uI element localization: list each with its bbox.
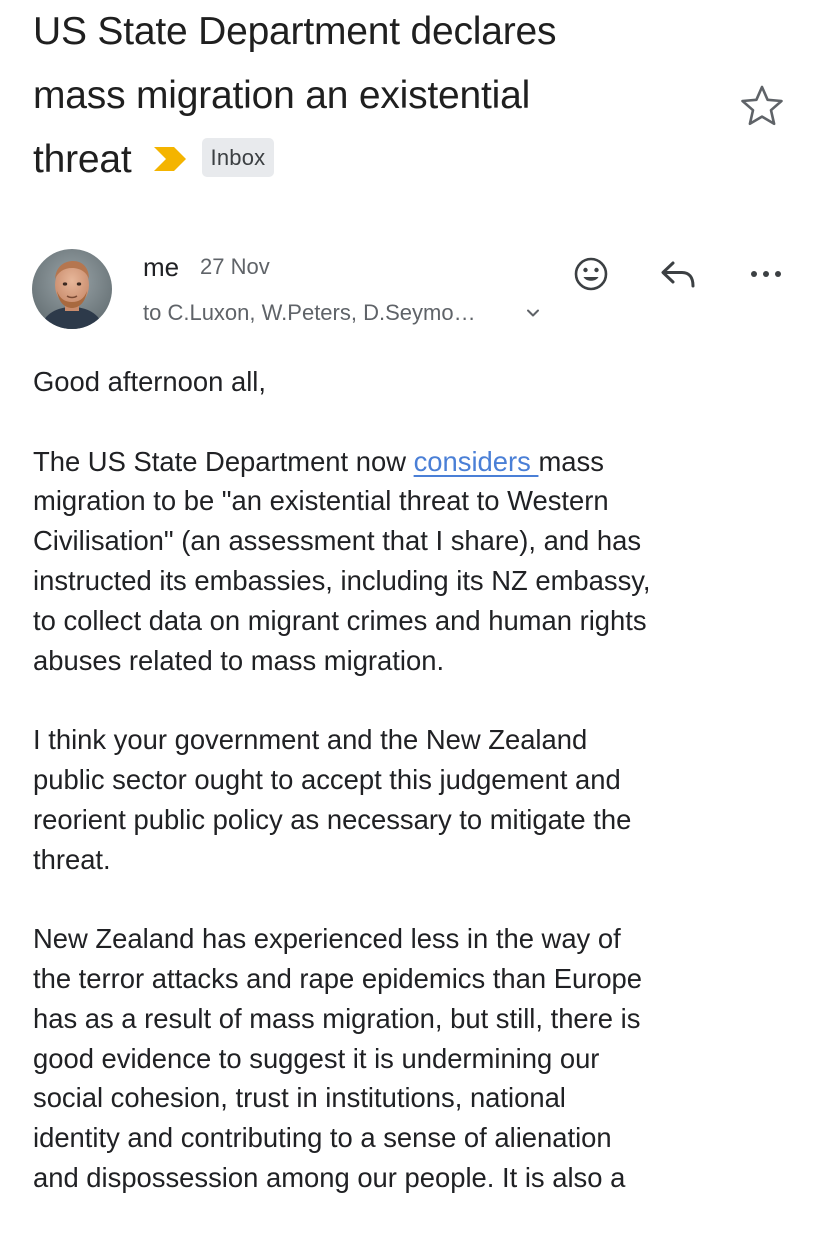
email-body: Good afternoon all, The US State Departm… bbox=[33, 362, 803, 1238]
emoji-reaction-icon[interactable] bbox=[571, 254, 611, 294]
sent-date: 27 Nov bbox=[200, 254, 270, 279]
subject-line-3: threat Inbox bbox=[33, 128, 723, 192]
subject-line-1: US State Department declares bbox=[33, 10, 557, 53]
body-paragraph-3: New Zealand has experienced less in the … bbox=[33, 923, 643, 1193]
p1-text-after: mass migration to be "an existential thr… bbox=[33, 445, 651, 676]
recipients-summary[interactable]: to C.Luxon, W.Peters, D.Seymo… bbox=[143, 298, 476, 328]
body-paragraph-2: I think your government and the New Zeal… bbox=[33, 724, 632, 875]
more-options-icon[interactable] bbox=[746, 254, 786, 294]
email-subject: US State Department declares mass migrat… bbox=[33, 0, 723, 192]
considers-link[interactable]: considers bbox=[414, 446, 539, 477]
p1-text-before: The US State Department now bbox=[33, 445, 414, 477]
chevron-down-icon[interactable] bbox=[524, 304, 542, 322]
inbox-label-chip[interactable]: Inbox bbox=[201, 138, 275, 178]
subject-line-3-text: threat bbox=[33, 138, 132, 181]
importance-marker-icon[interactable] bbox=[152, 145, 188, 173]
star-icon[interactable] bbox=[740, 84, 784, 126]
reply-icon[interactable] bbox=[658, 254, 698, 294]
subject-line-2: mass migration an existential bbox=[33, 74, 531, 117]
greeting-paragraph: Good afternoon all, bbox=[33, 366, 266, 397]
sender-name: me bbox=[143, 252, 180, 282]
avatar-photo bbox=[32, 249, 112, 329]
body-paragraph-1: The US State Department now considers ma… bbox=[33, 442, 803, 681]
avatar[interactable] bbox=[32, 249, 112, 329]
